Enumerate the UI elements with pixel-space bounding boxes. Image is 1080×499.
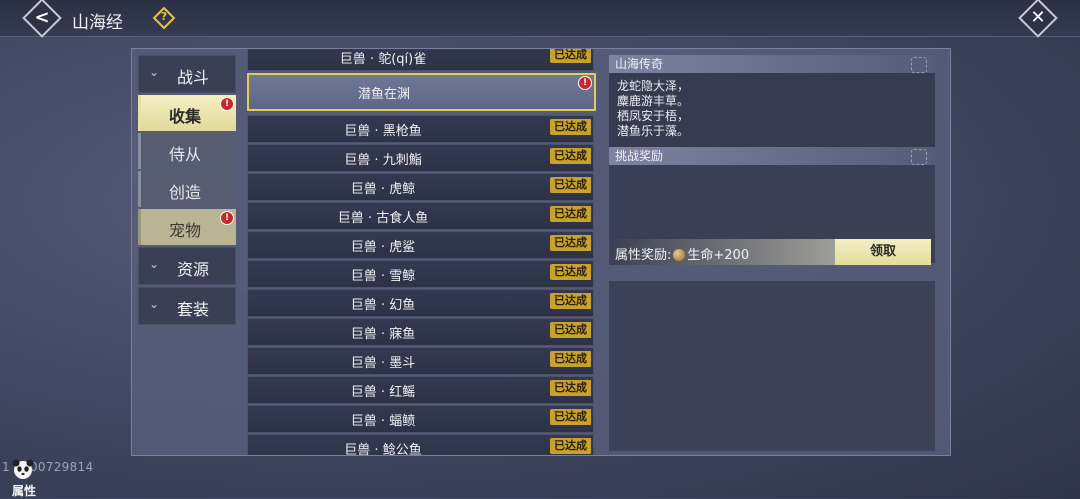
sidebar-category-label: 套装 bbox=[177, 300, 210, 319]
poem-line: 龙蛇隐大泽， bbox=[617, 79, 690, 93]
list-item[interactable]: 巨兽 · 九刺鮨 已达成 bbox=[247, 144, 594, 172]
achieved-tag: 已达成 bbox=[550, 351, 591, 367]
achieved-tag: 已达成 bbox=[550, 409, 591, 425]
sidebar-category-label: 战斗 bbox=[177, 68, 210, 87]
list-item[interactable]: 巨兽 · 幻鱼 已达成 bbox=[247, 289, 594, 317]
list-item-name: 巨兽 · 红鳐 bbox=[350, 385, 416, 400]
list-item[interactable]: 巨兽 · 鲶公鱼 已达成 bbox=[247, 434, 594, 455]
attribute-label[interactable]: 属性 bbox=[12, 482, 36, 499]
reward-text: 属性奖励: 生命+200 bbox=[615, 244, 749, 263]
sidebar-item-collect[interactable]: 收集 ! bbox=[138, 95, 236, 131]
close-button[interactable]: ✕ bbox=[1018, 0, 1058, 38]
back-button[interactable]: < bbox=[22, 0, 62, 38]
list-item[interactable]: 巨兽 · 雪鲸 已达成 bbox=[247, 260, 594, 288]
list-item[interactable]: 巨兽 · 黑枪鱼 已达成 bbox=[247, 115, 594, 143]
list-item[interactable]: 巨兽 · 鸵(qí)雀 已达成 bbox=[247, 49, 594, 71]
main-panel: ⌄ 战斗 收集 ! 侍从 创造 宠物 ! ⌄ 资源 ⌄ 套装 巨兽 · 鸵(qí… bbox=[131, 48, 951, 456]
sidebar-item-label: 宠物 bbox=[169, 221, 202, 240]
list-item-name: 巨兽 · 鸵(qí)雀 bbox=[339, 52, 427, 67]
achieved-tag: 已达成 bbox=[550, 177, 591, 193]
list-item-name: 巨兽 · 虎鲨 bbox=[350, 240, 416, 255]
page-title: 山海经 bbox=[72, 13, 123, 33]
achieved-tag: 已达成 bbox=[550, 206, 591, 222]
list-item-name: 巨兽 · 幻鱼 bbox=[350, 298, 416, 313]
poem-text: 龙蛇隐大泽， 麋鹿游丰草。 栖凤安于梧， 潜鱼乐于藻。 bbox=[609, 73, 935, 147]
ornament-icon bbox=[911, 149, 927, 165]
achieved-tag: 已达成 bbox=[550, 380, 591, 396]
list-item[interactable]: 巨兽 · 红鳐 已达成 bbox=[247, 376, 594, 404]
sidebar-item-attendant[interactable]: 侍从 bbox=[138, 133, 236, 169]
sidebar-item-label: 创造 bbox=[169, 183, 202, 202]
list-item-name: 巨兽 · 墨斗 bbox=[350, 356, 416, 371]
reward-label: 属性奖励: bbox=[615, 248, 672, 263]
sidebar-category-battle[interactable]: ⌄ 战斗 bbox=[138, 55, 236, 93]
reward-value: 生命+200 bbox=[687, 248, 750, 263]
chevron-down-icon: ⌄ bbox=[149, 257, 160, 271]
legend-title: 山海传奇 bbox=[615, 57, 664, 71]
list-item[interactable]: 巨兽 · 墨斗 已达成 bbox=[247, 347, 594, 375]
achieved-tag: 已达成 bbox=[550, 148, 591, 164]
list-item[interactable]: 巨兽 · 蝠鲼 已达成 bbox=[247, 405, 594, 433]
alert-badge: ! bbox=[220, 97, 234, 111]
sidebar-item-label: 收集 bbox=[169, 107, 202, 126]
close-icon: ✕ bbox=[1030, 7, 1046, 29]
list-item-name: 巨兽 · 古食人鱼 bbox=[337, 211, 429, 226]
reward-title: 挑战奖励 bbox=[615, 149, 664, 163]
chevron-down-icon: ⌄ bbox=[149, 65, 160, 79]
list-item-name: 巨兽 · 雪鲸 bbox=[350, 269, 416, 284]
reward-header: 挑战奖励 bbox=[609, 147, 935, 165]
reward-box: 属性奖励: 生命+200 领取 bbox=[609, 165, 935, 265]
poem-line: 栖凤安于梧， bbox=[617, 109, 690, 123]
list-item[interactable]: 巨兽 · 虎鲨 已达成 bbox=[247, 231, 594, 259]
achieved-tag: 已达成 bbox=[550, 119, 591, 135]
achieved-tag: 已达成 bbox=[550, 322, 591, 338]
poem-line: 麋鹿游丰草。 bbox=[617, 94, 690, 108]
reward-row: 属性奖励: 生命+200 领取 bbox=[609, 239, 931, 265]
list-item-name: 巨兽 · 蝠鲼 bbox=[350, 414, 416, 429]
list-item-name: 巨兽 · 黑枪鱼 bbox=[344, 124, 422, 139]
alert-badge: ! bbox=[220, 211, 234, 225]
achieved-tag: 已达成 bbox=[550, 264, 591, 280]
sidebar: ⌄ 战斗 收集 ! 侍从 创造 宠物 ! ⌄ 资源 ⌄ 套装 bbox=[138, 55, 236, 327]
sidebar-category-resource[interactable]: ⌄ 资源 bbox=[138, 247, 236, 285]
claim-button[interactable]: 领取 bbox=[835, 239, 931, 265]
chevron-left-icon: < bbox=[34, 7, 50, 29]
list-item[interactable]: 巨兽 · 虎鲸 已达成 bbox=[247, 173, 594, 201]
alert-badge: ! bbox=[578, 76, 592, 90]
list-item[interactable]: 巨兽 · 寐鱼 已达成 bbox=[247, 318, 594, 346]
list-item-name: 巨兽 · 九刺鮨 bbox=[344, 153, 422, 168]
achieved-tag: 已达成 bbox=[550, 235, 591, 251]
question-icon[interactable]: ? bbox=[152, 6, 176, 30]
achieved-tag: 已达成 bbox=[550, 293, 591, 309]
legend-header: 山海传奇 bbox=[609, 55, 935, 73]
list-item-name: 巨兽 · 虎鲸 bbox=[350, 182, 416, 197]
top-bar: < 山海经 ? ✕ bbox=[0, 0, 1080, 38]
poem-line: 潜鱼乐于藻。 bbox=[617, 124, 690, 138]
panda-icon[interactable] bbox=[10, 458, 36, 480]
chevron-down-icon: ⌄ bbox=[149, 297, 160, 311]
list-item-selected[interactable]: 潜鱼在渊 ! bbox=[247, 73, 596, 111]
achieved-tag: 已达成 bbox=[550, 49, 591, 63]
coin-icon bbox=[673, 249, 686, 261]
sidebar-category-label: 资源 bbox=[177, 260, 210, 279]
sidebar-item-create[interactable]: 创造 bbox=[138, 171, 236, 207]
sidebar-category-set[interactable]: ⌄ 套装 bbox=[138, 287, 236, 325]
list-item-name: 潜鱼在渊 bbox=[357, 87, 410, 102]
list-item[interactable]: 巨兽 · 古食人鱼 已达成 bbox=[247, 202, 594, 230]
achieved-tag: 已达成 bbox=[550, 438, 591, 454]
sidebar-item-pet[interactable]: 宠物 ! bbox=[138, 209, 236, 245]
detail-background bbox=[609, 281, 935, 451]
ornament-icon bbox=[911, 57, 927, 73]
list-item-name: 巨兽 · 鲶公鱼 bbox=[344, 443, 422, 455]
achievement-list[interactable]: 巨兽 · 鸵(qí)雀 已达成 潜鱼在渊 ! 巨兽 · 黑枪鱼 已达成 巨兽 ·… bbox=[243, 49, 601, 455]
list-item-name: 巨兽 · 寐鱼 bbox=[350, 327, 416, 342]
detail-panel: 山海传奇 龙蛇隐大泽， 麋鹿游丰草。 栖凤安于梧， 潜鱼乐于藻。 挑战奖励 属性… bbox=[609, 55, 935, 269]
sidebar-item-label: 侍从 bbox=[169, 145, 202, 164]
